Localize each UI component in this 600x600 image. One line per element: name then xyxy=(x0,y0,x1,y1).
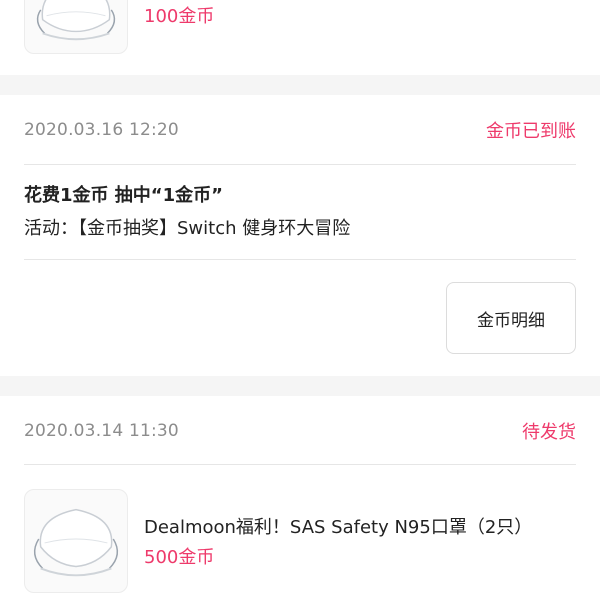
divider xyxy=(24,464,576,465)
order-status: 金币已到账 xyxy=(486,121,576,142)
divider xyxy=(24,164,576,165)
coin-details-button[interactable]: 金币明细 xyxy=(446,282,576,354)
divider xyxy=(24,259,576,260)
order-header: 2020.03.16 12:20 金币已到账 xyxy=(24,95,576,165)
order-time: 12:20 xyxy=(128,120,179,140)
product-thumbnail[interactable] xyxy=(24,0,128,54)
item-title[interactable]: Dealmoon福利！SAS Safety N95口罩（2只） xyxy=(144,513,532,539)
order-date: 2020.03.16 xyxy=(24,120,124,140)
order-summary: 花费1金币 抽中“1金币” xyxy=(24,185,223,206)
order-card[interactable]: 2020.03.16 12:20 金币已到账 花费1金币 抽中“1金币” 活动：… xyxy=(0,95,600,376)
mask-icon xyxy=(33,508,119,577)
order-status: 待发货 xyxy=(522,422,576,443)
product-thumbnail[interactable] xyxy=(24,489,128,593)
order-feed: 100金币 2020.03.16 12:20 金币已到账 花费1金币 抽中“1金… xyxy=(0,0,600,600)
order-datetime: 2020.03.14 11:30 xyxy=(24,421,179,441)
order-card[interactable]: 2020.03.14 11:30 待发货 Dealmoon福利！SAS Safe… xyxy=(0,396,600,600)
item-price: 500金币 xyxy=(144,547,215,568)
order-card[interactable]: 100金币 xyxy=(0,0,600,75)
item-price: 100金币 xyxy=(144,6,215,27)
order-date: 2020.03.14 xyxy=(24,421,124,441)
order-datetime: 2020.03.16 12:20 xyxy=(24,120,179,140)
order-time: 11:30 xyxy=(128,421,179,441)
mask-icon xyxy=(36,0,116,41)
order-activity: 活动：【金币抽奖】Switch 健身环大冒险 xyxy=(24,218,351,239)
order-header: 2020.03.14 11:30 待发货 xyxy=(24,396,576,466)
